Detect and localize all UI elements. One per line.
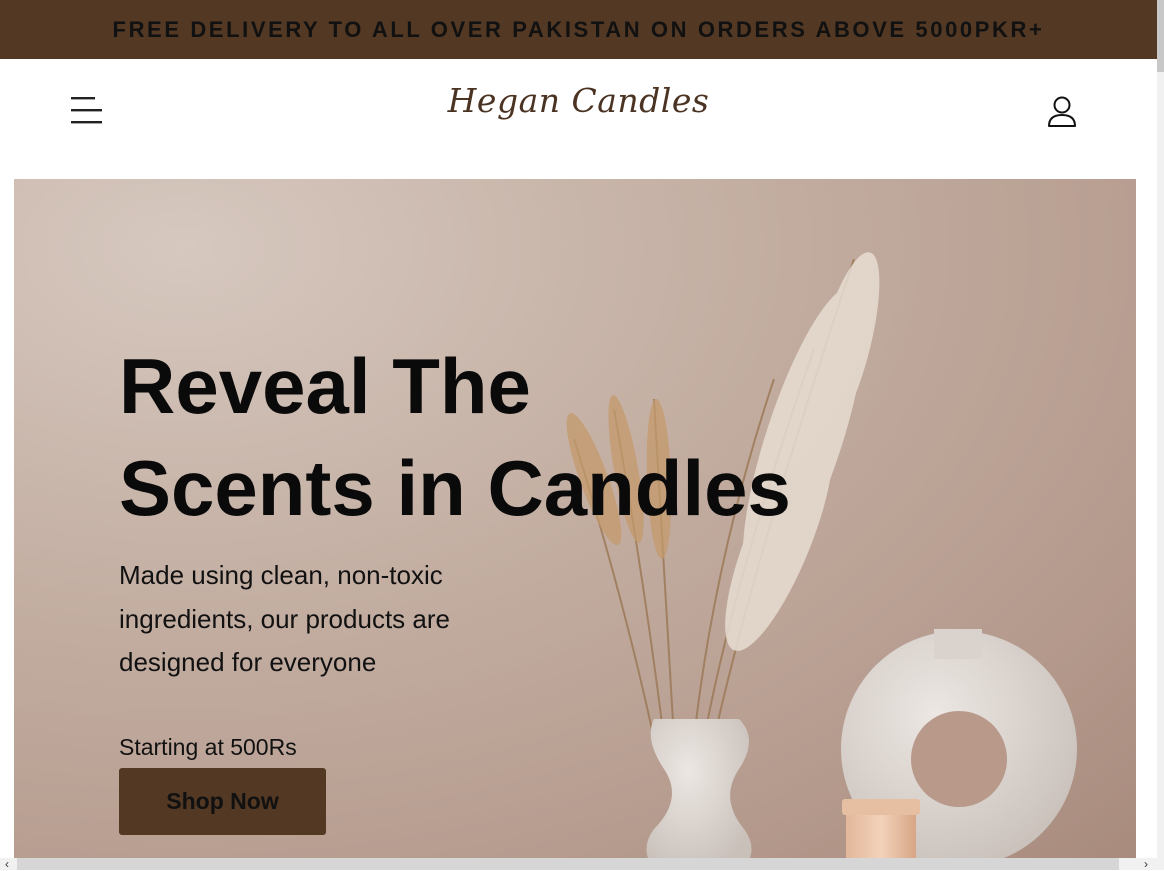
vertical-scrollbar[interactable] [1157,0,1164,870]
scroll-left-arrow-icon[interactable]: ‹ [0,858,14,870]
announcement-text: FREE DELIVERY TO ALL OVER PAKISTAN ON OR… [112,16,1045,42]
site-header: Hegan Candles [0,59,1157,179]
hero-title-line-2: Scents in Candles [119,444,791,532]
horizontal-scrollbar[interactable]: ‹ › [0,858,1157,870]
scroll-right-arrow-icon[interactable]: › [1139,858,1153,870]
hero-price-note: Starting at 500Rs [119,734,297,760]
brand-logo[interactable]: Hegan Candles [0,81,1157,120]
user-account-icon[interactable] [1046,95,1078,129]
hero-title: Reveal The Scents in Candles [119,335,879,539]
horizontal-scrollbar-thumb[interactable] [17,858,1119,870]
hero-title-line-1: Reveal The [119,342,531,430]
announcement-bar: FREE DELIVERY TO ALL OVER PAKISTAN ON OR… [0,0,1157,59]
vertical-scrollbar-thumb[interactable] [1157,0,1164,72]
hero-banner: Reveal The Scents in Candles Made using … [14,179,1136,859]
shop-now-button[interactable]: Shop Now [119,768,326,835]
hero-description: Made using clean, non-toxic ingredients,… [119,560,450,677]
